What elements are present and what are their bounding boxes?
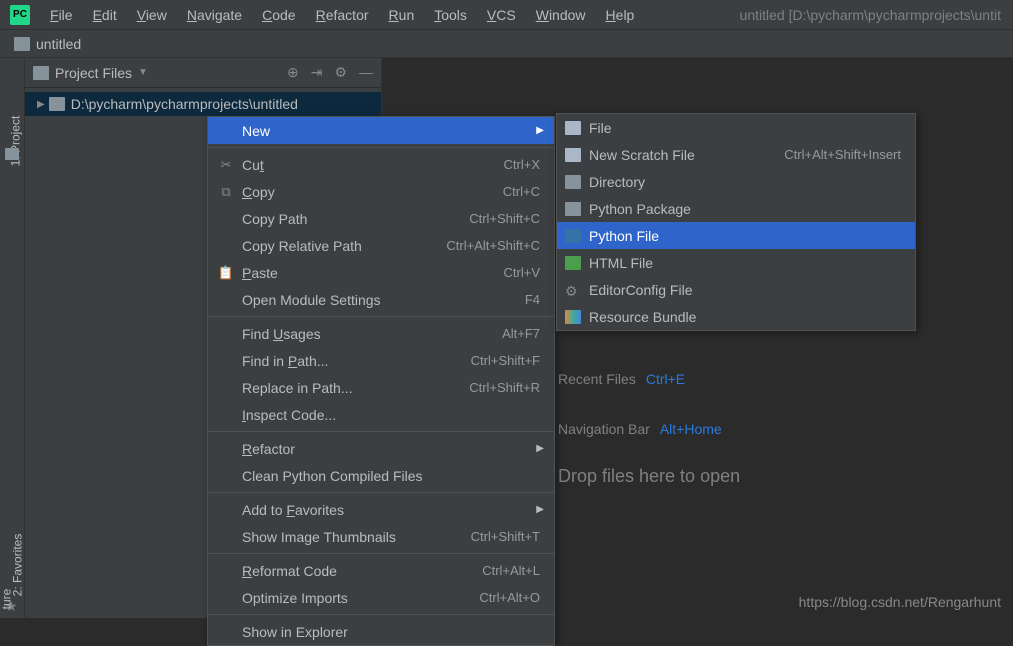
ctx-open-module-settings[interactable]: Open Module SettingsF4 <box>208 286 554 313</box>
ctx-paste[interactable]: 📋PasteCtrl+V <box>208 259 554 286</box>
hint-drop: Drop files here to open <box>558 466 740 487</box>
hint-recent: Recent Files Ctrl+E <box>558 368 685 389</box>
ctx-find-usages[interactable]: Find UsagesAlt+F7 <box>208 320 554 347</box>
ctx-copy-path[interactable]: Copy PathCtrl+Shift+C <box>208 205 554 232</box>
hide-icon[interactable]: — <box>359 64 373 81</box>
left-gutter: 1: Project 2: Favorites ★ <box>0 58 25 618</box>
ctx-show-in-explorer[interactable]: Show in Explorer <box>208 618 554 645</box>
context-menu: New▶ ✂CutCtrl+X⧉CopyCtrl+CCopy PathCtrl+S… <box>207 116 555 646</box>
menu-edit[interactable]: Edit <box>83 3 127 27</box>
gutter-favorites[interactable]: 2: Favorites <box>10 534 24 597</box>
menu-help[interactable]: Help <box>596 3 645 27</box>
new-python-package[interactable]: Python Package <box>557 195 915 222</box>
new-file[interactable]: File <box>557 114 915 141</box>
window-title: untitled [D:\pycharm\pycharmprojects\unt… <box>740 7 1009 23</box>
menu-run[interactable]: Run <box>379 3 425 27</box>
watermark: https://blog.csdn.net/Rengarhunt <box>799 594 1001 610</box>
ctx-optimize-imports[interactable]: Optimize ImportsCtrl+Alt+O <box>208 584 554 611</box>
ctx-clean-python-compiled-files[interactable]: Clean Python Compiled Files <box>208 462 554 489</box>
structure-gutter: ture <box>0 588 25 618</box>
folder-icon <box>33 66 49 80</box>
ctx-inspect-code-[interactable]: Inspect Code... <box>208 401 554 428</box>
sidebar-toolbar: ⊕ ⇥ ⚙ — <box>287 64 373 81</box>
menu-view[interactable]: View <box>127 3 177 27</box>
tree-root[interactable]: ▶ D:\pycharm\pycharmprojects\untitled <box>25 92 381 116</box>
ctx-cut[interactable]: ✂CutCtrl+X <box>208 151 554 178</box>
target-icon[interactable]: ⊕ <box>287 64 299 81</box>
gutter-structure[interactable]: ture <box>0 589 13 610</box>
menu-tools[interactable]: Tools <box>424 3 477 27</box>
menu-refactor[interactable]: Refactor <box>306 3 379 27</box>
ctx-show-image-thumbnails[interactable]: Show Image ThumbnailsCtrl+Shift+T <box>208 523 554 550</box>
menu-window[interactable]: Window <box>526 3 596 27</box>
ctx-copy-relative-path[interactable]: Copy Relative PathCtrl+Alt+Shift+C <box>208 232 554 259</box>
gear-icon[interactable]: ⚙ <box>334 64 347 81</box>
new-directory[interactable]: Directory <box>557 168 915 195</box>
new-new-scratch-file[interactable]: New Scratch FileCtrl+Alt+Shift+Insert <box>557 141 915 168</box>
menu-code[interactable]: Code <box>252 3 305 27</box>
ctx-new[interactable]: New▶ <box>208 117 554 144</box>
new-html-file[interactable]: HTML File <box>557 249 915 276</box>
new-python-file[interactable]: Python File <box>557 222 915 249</box>
breadcrumb: untitled <box>0 30 1013 58</box>
folder-icon <box>14 37 30 51</box>
menu-navigate[interactable]: Navigate <box>177 3 252 27</box>
ctx-refactor[interactable]: Refactor▶ <box>208 435 554 462</box>
menu-file[interactable]: File <box>40 3 83 27</box>
breadcrumb-text: untitled <box>36 36 81 52</box>
chevron-down-icon[interactable]: ▼ <box>138 67 148 78</box>
ctx-replace-in-path-[interactable]: Replace in Path...Ctrl+Shift+R <box>208 374 554 401</box>
new-resource-bundle[interactable]: Resource Bundle <box>557 303 915 330</box>
folder-icon <box>49 97 65 111</box>
new-submenu: FileNew Scratch FileCtrl+Alt+Shift+Inser… <box>556 113 916 331</box>
ctx-add-to-favorites[interactable]: Add to Favorites▶ <box>208 496 554 523</box>
ctx-reformat-code[interactable]: Reformat CodeCtrl+Alt+L <box>208 557 554 584</box>
ctx-copy[interactable]: ⧉CopyCtrl+C <box>208 178 554 205</box>
sidebar-header: Project Files ▼ ⊕ ⇥ ⚙ — <box>25 58 381 88</box>
menubar: PC FileEditViewNavigateCodeRefactorRunTo… <box>0 0 1013 30</box>
folder-icon[interactable] <box>5 148 19 160</box>
chevron-right-icon[interactable]: ▶ <box>37 99 45 110</box>
app-icon: PC <box>10 5 30 25</box>
collapse-icon[interactable]: ⇥ <box>311 64 323 81</box>
ctx-find-in-path-[interactable]: Find in Path...Ctrl+Shift+F <box>208 347 554 374</box>
tree-path: D:\pycharm\pycharmprojects\untitled <box>71 96 298 112</box>
new-editorconfig-file[interactable]: ⚙EditorConfig File <box>557 276 915 303</box>
menu-vcs[interactable]: VCS <box>477 3 526 27</box>
sidebar-title[interactable]: Project Files <box>55 65 132 81</box>
hint-nav: Navigation Bar Alt+Home <box>558 418 722 439</box>
